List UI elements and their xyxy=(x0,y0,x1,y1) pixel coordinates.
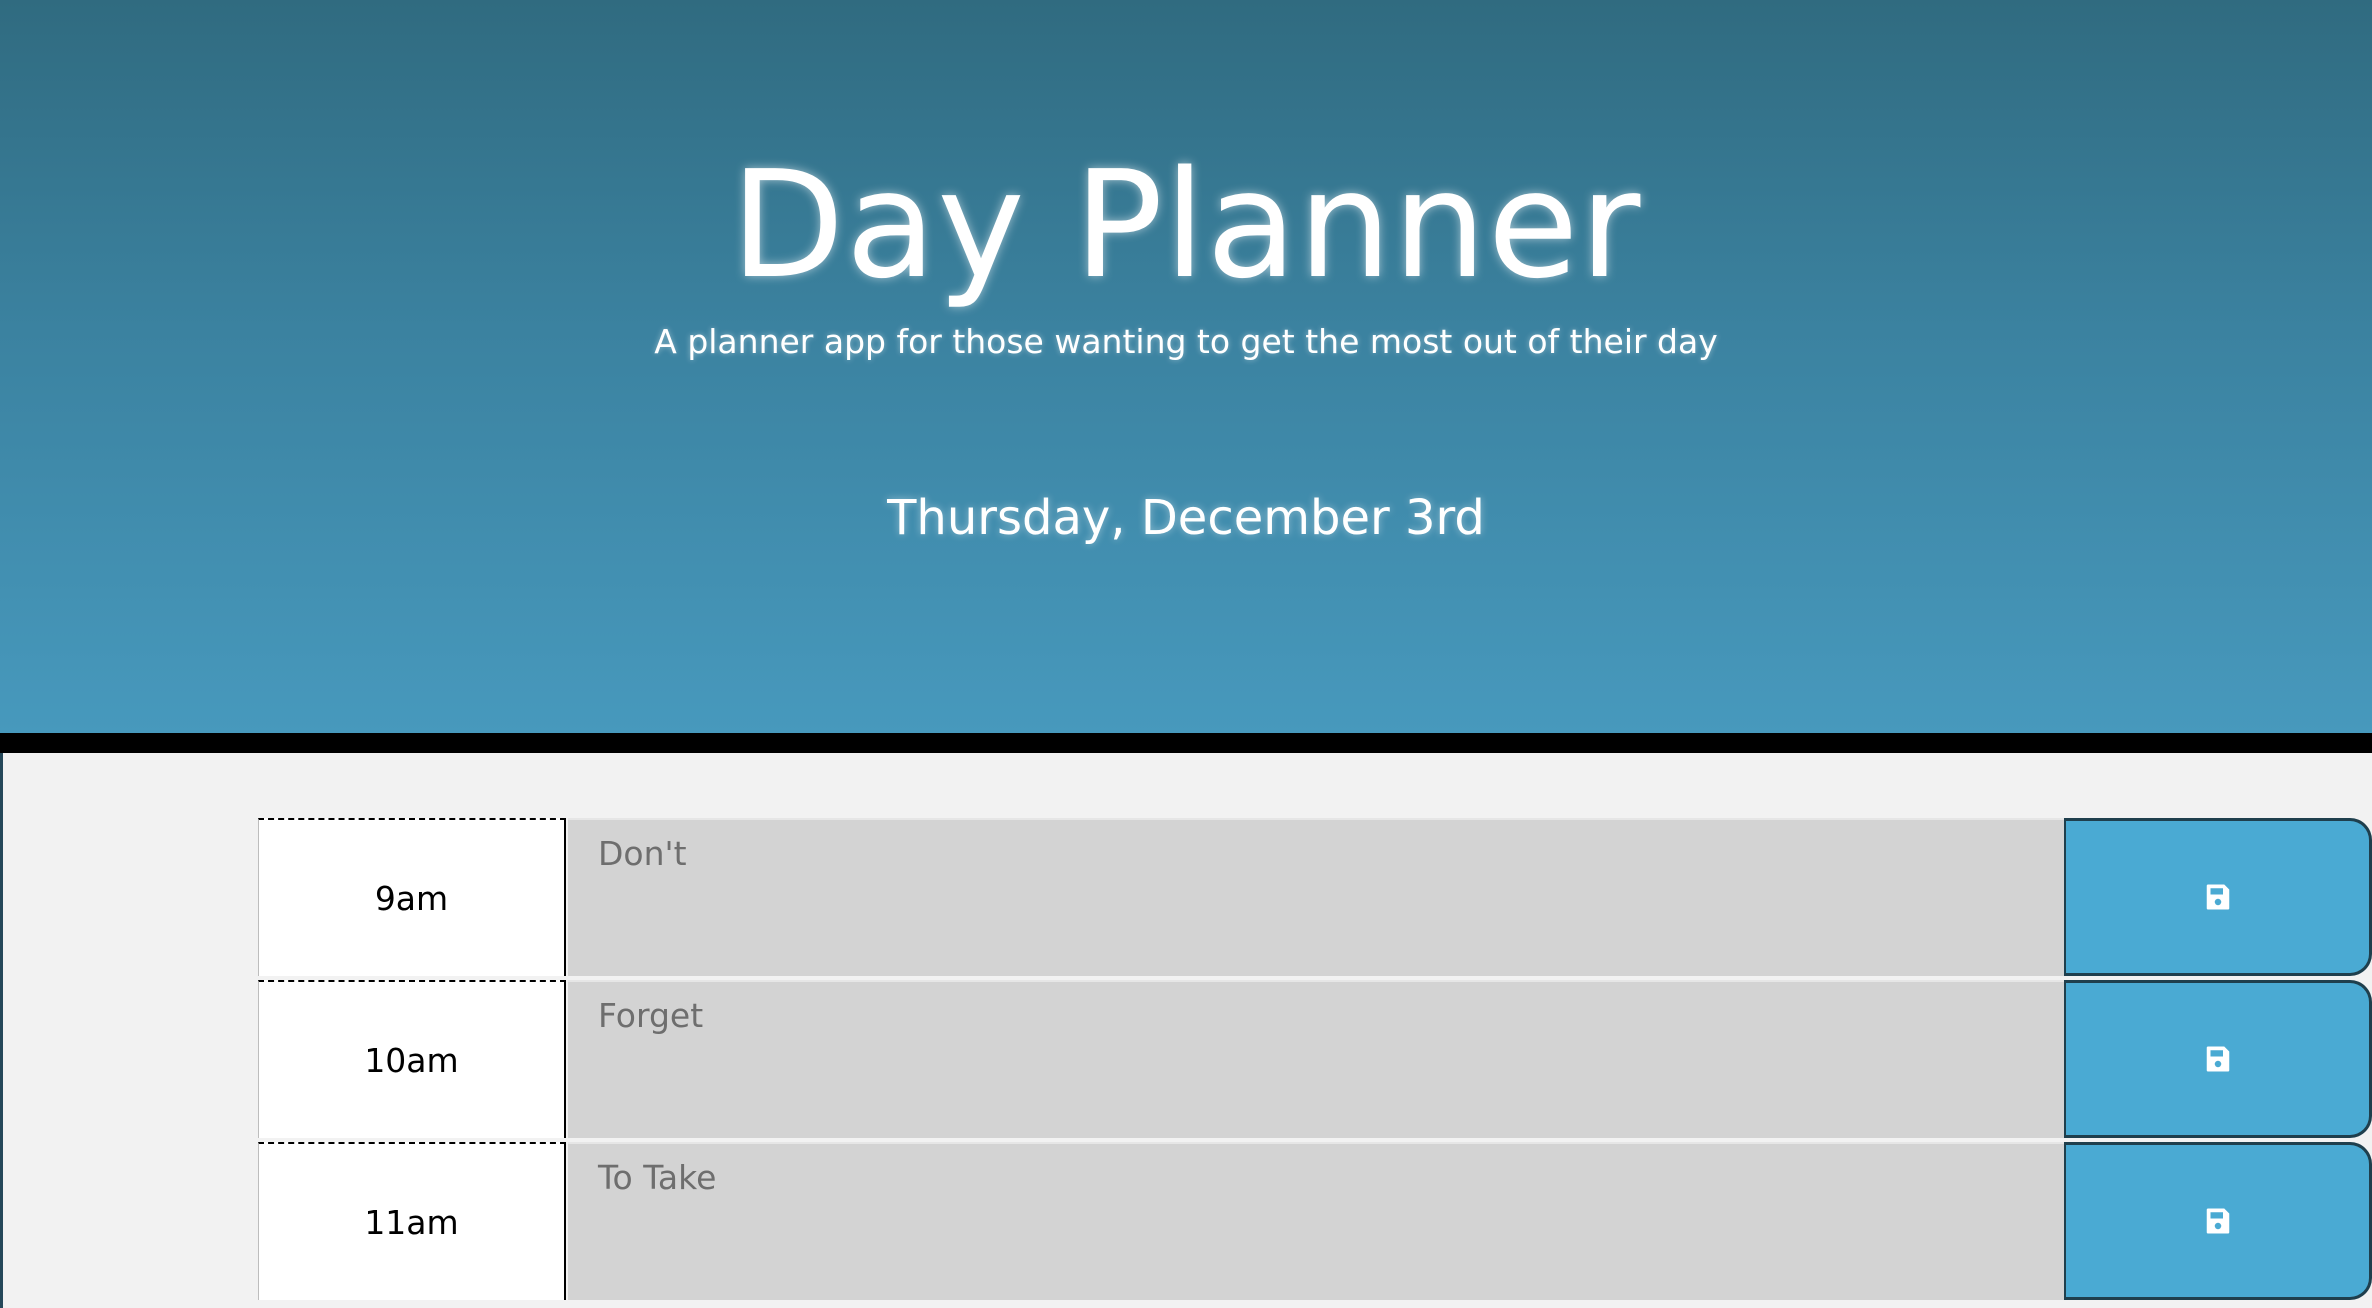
page-title: Day Planner xyxy=(730,139,1642,311)
save-icon xyxy=(2206,1208,2229,1234)
hour-label: 11am xyxy=(258,1142,566,1300)
time-block-row: 10am Forget xyxy=(258,980,2372,1142)
save-button[interactable] xyxy=(2064,980,2372,1138)
time-block-row: 11am To Take xyxy=(258,1142,2372,1304)
time-block-row: 9am Don't xyxy=(258,818,2372,980)
hour-label: 10am xyxy=(258,980,566,1138)
save-button[interactable] xyxy=(2064,818,2372,976)
header-divider xyxy=(0,733,2372,753)
event-textarea[interactable]: Don't xyxy=(568,818,2064,976)
time-block-list: 9am Don't 10am Forget 11am To Take xyxy=(258,818,2372,1304)
jumbotron-header: Day Planner A planner app for those want… xyxy=(0,0,2372,733)
save-icon xyxy=(2206,884,2229,910)
current-day: Thursday, December 3rd xyxy=(887,490,1485,546)
hour-label: 9am xyxy=(258,818,566,976)
save-button[interactable] xyxy=(2064,1142,2372,1300)
event-textarea[interactable]: To Take xyxy=(568,1142,2064,1300)
event-textarea[interactable]: Forget xyxy=(568,980,2064,1138)
page-subtitle: A planner app for those wanting to get t… xyxy=(654,322,1718,361)
save-icon xyxy=(2206,1046,2229,1072)
